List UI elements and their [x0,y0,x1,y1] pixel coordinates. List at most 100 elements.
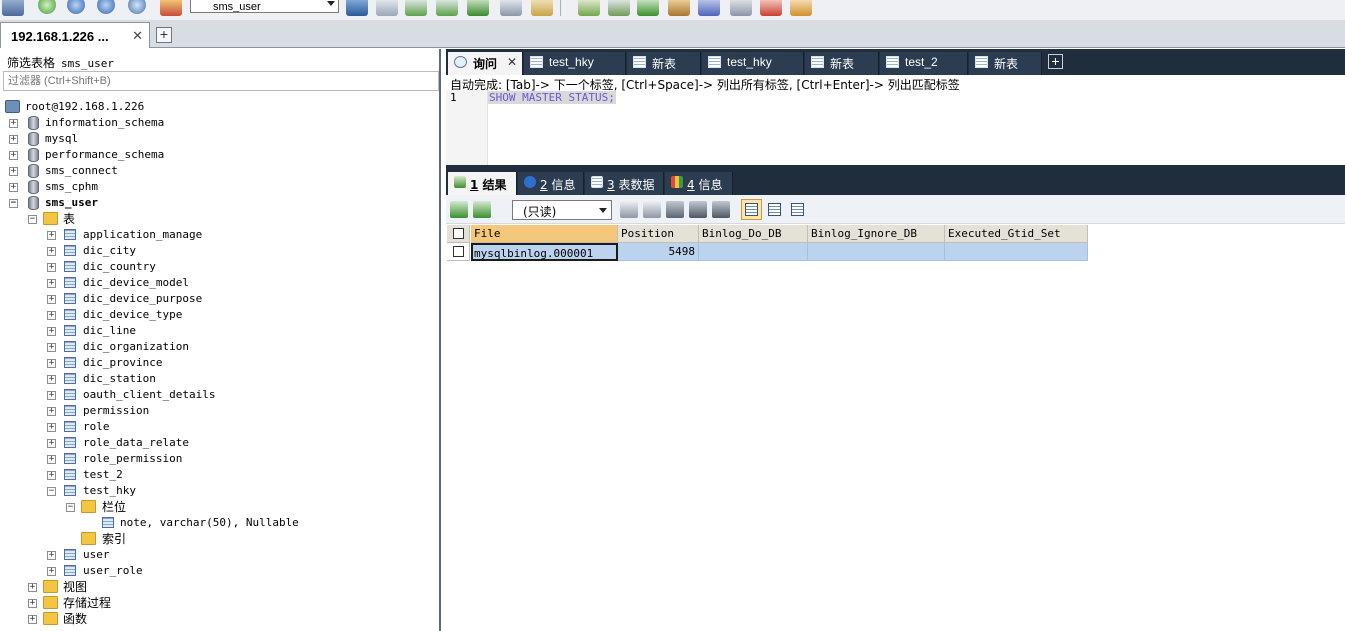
tree-table-item[interactable]: + permission [0,403,430,419]
expand-icon[interactable]: + [47,359,56,368]
tree-table-item[interactable]: + dic_device_type [0,307,430,323]
execute-icon[interactable] [67,0,85,14]
expand-icon[interactable]: + [47,279,56,288]
tree-table-item[interactable]: + dic_organization [0,339,430,355]
tab-result[interactable]: 1 结果 [448,172,517,195]
collapse-icon[interactable]: − [66,503,75,512]
row-checkbox-cell[interactable] [447,243,470,261]
expand-icon[interactable]: + [28,583,37,592]
expand-icon[interactable]: + [28,615,37,624]
expand-icon[interactable]: + [47,567,56,576]
structure-icon[interactable] [790,0,812,16]
database-icon[interactable] [346,0,368,16]
tab-new-table[interactable]: 新表 [805,52,879,75]
expand-icon[interactable]: + [47,551,56,560]
copy-grid-icon[interactable] [473,201,491,218]
import-icon[interactable] [376,0,398,16]
new-query-icon[interactable] [38,0,56,14]
expand-icon[interactable]: + [9,151,18,160]
tree-table-item[interactable]: + dic_line [0,323,430,339]
tree-folder-index[interactable]: 索引 [0,531,430,547]
tree-table-item[interactable]: + user_role [0,563,430,579]
form-view-button[interactable] [764,199,785,220]
tab-table-data[interactable]: 3 表数据 [585,172,664,195]
checkbox[interactable] [453,246,464,257]
profiler-icon[interactable] [637,0,659,16]
tab-table[interactable]: test_2 [880,52,968,75]
expand-icon[interactable]: + [47,295,56,304]
expand-icon[interactable]: + [47,311,56,320]
execute-all-icon[interactable] [97,0,115,14]
expand-icon[interactable]: + [47,343,56,352]
expand-icon[interactable]: + [9,135,18,144]
expand-icon[interactable]: + [9,167,18,176]
text-view-button[interactable] [787,199,808,220]
column-header[interactable]: Executed_Gtid_Set [945,225,1088,243]
expand-icon[interactable]: + [28,599,37,608]
tree-table-item[interactable]: + dic_device_purpose [0,291,430,307]
sql-code[interactable]: SHOW MASTER STATUS; [488,91,616,104]
connection-tab[interactable]: 192.168.1.226 ... ✕ [0,22,150,48]
tree-table-item[interactable]: + role_permission [0,451,430,467]
tab-messages[interactable]: 2 信息 [518,172,584,195]
tab-new-table[interactable]: 新表 [627,52,701,75]
expand-icon[interactable]: + [47,327,56,336]
tab-query[interactable]: 询问 ✕ [448,52,523,75]
schema-sync-icon[interactable] [500,0,522,16]
expand-icon[interactable]: + [47,231,56,240]
tab-table[interactable]: test_hky [702,52,804,75]
tree-table-item-open[interactable]: − test_hky [0,483,430,499]
expand-icon[interactable]: + [9,183,18,192]
expand-icon[interactable]: + [9,119,18,128]
tree-table-item[interactable]: + dic_station [0,371,430,387]
table-cell[interactable]: 5498 [618,243,699,261]
expand-icon[interactable]: + [47,391,56,400]
column-header[interactable]: Binlog_Ignore_DB [808,225,945,243]
tree-db-item[interactable]: + mysql [0,131,430,147]
tree-table-item[interactable]: + dic_city [0,243,430,259]
tree-table-item[interactable]: + test_2 [0,467,430,483]
tree-folder-tables[interactable]: − 表 [0,211,430,227]
restore-icon[interactable] [467,0,489,16]
tree-table-item[interactable]: + role [0,419,430,435]
table-cell[interactable]: mysqlbinlog.000001 [471,243,618,261]
tree-folder-columns[interactable]: − 栏位 [0,499,430,515]
add-connection-button[interactable]: + [156,27,172,43]
add-row-icon[interactable] [620,201,638,218]
tree-root[interactable]: root@192.168.1.226 [0,99,430,115]
tab-table[interactable]: test_hky [524,52,626,75]
refresh-icon[interactable] [160,0,182,16]
table-cell[interactable] [945,243,1088,261]
tab-new-table[interactable]: 新表 [969,52,1042,75]
query-builder-icon[interactable] [668,0,690,16]
data-sync-icon[interactable] [531,0,553,16]
add-tab-button[interactable]: + [1048,54,1063,69]
tree-db-item[interactable]: + sms_connect [0,163,430,179]
tree-table-item[interactable]: + role_data_relate [0,435,430,451]
save-icon[interactable] [666,201,684,218]
wizard-icon[interactable] [578,0,600,16]
grid-header-checkbox[interactable] [447,225,470,243]
filter-input[interactable] [3,71,439,91]
delete-icon[interactable] [689,201,707,218]
tree-db-item[interactable]: + sms_cphm [0,179,430,195]
expand-icon[interactable]: + [47,423,56,432]
expand-icon[interactable]: + [47,471,56,480]
tree-table-item[interactable]: + oauth_client_details [0,387,430,403]
tree-db-item[interactable]: + performance_schema [0,147,430,163]
tree-folder-functions[interactable]: + 函数 [0,611,430,627]
column-header[interactable]: Binlog_Do_DB [699,225,808,243]
table-cell[interactable] [808,243,945,261]
expand-icon[interactable]: + [47,263,56,272]
notifications-icon[interactable] [730,0,752,16]
expand-icon[interactable]: + [47,247,56,256]
grid-icon[interactable] [760,0,782,16]
collapse-icon[interactable]: − [9,199,18,208]
column-header[interactable]: File [471,225,618,243]
scheduler-icon[interactable] [608,0,630,16]
result-mode-select[interactable]: (只读) [512,200,612,220]
tree-db-item[interactable]: + information_schema [0,115,430,131]
backup-icon[interactable] [436,0,458,16]
close-icon[interactable]: ✕ [507,55,517,69]
expand-icon[interactable]: + [47,455,56,464]
